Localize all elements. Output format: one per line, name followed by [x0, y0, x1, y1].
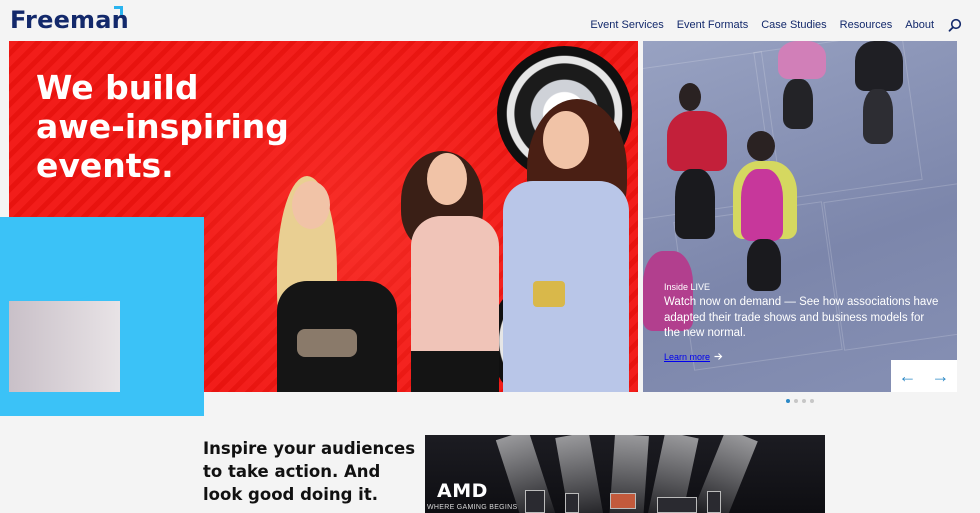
learn-more-link[interactable]: Learn more [664, 352, 723, 362]
light-beam [688, 435, 758, 513]
main-nav: Event Services Event Formats Case Studie… [590, 18, 962, 32]
booth-display [525, 490, 545, 513]
walker-head [679, 83, 701, 111]
page: Freeman Event Services Event Formats Cas… [0, 0, 980, 513]
nav-about[interactable]: About [905, 19, 934, 31]
carousel-dots [786, 399, 814, 403]
side-promo-card[interactable]: Inside LIVE Watch now on demand — See ho… [643, 41, 957, 392]
carousel-dot[interactable] [810, 399, 814, 403]
nav-event-formats[interactable]: Event Formats [677, 19, 749, 31]
booth-display [707, 491, 721, 513]
carousel-dot[interactable] [802, 399, 806, 403]
booth-display [610, 493, 636, 509]
nav-resources[interactable]: Resources [840, 19, 893, 31]
walker-head [747, 131, 775, 161]
learn-more-label: Learn more [664, 351, 711, 362]
accent-blue-curve [0, 217, 120, 301]
light-beam [555, 435, 607, 513]
amd-logo: AMD [437, 480, 488, 502]
nav-case-studies[interactable]: Case Studies [761, 19, 826, 31]
walker-pink [778, 41, 826, 79]
walker-backpack [741, 169, 783, 241]
booth-display [565, 493, 579, 513]
hero-title: We build awe-inspiring events. [36, 68, 289, 185]
walker-red [667, 111, 727, 171]
carousel-dot[interactable] [786, 399, 790, 403]
freeman-logo[interactable]: Freeman [10, 6, 129, 34]
walker-legs [863, 89, 893, 144]
accent-photo-inset [9, 301, 120, 392]
search-icon[interactable] [948, 18, 962, 32]
amd-tagline: WHERE GAMING BEGINS [427, 504, 518, 511]
walker-legs [783, 79, 813, 129]
feature-heading: Inspire your audiences to take action. A… [203, 439, 416, 504]
side-caption: Inside LIVE Watch now on demand — See ho… [664, 282, 939, 365]
logo-corner-mark [114, 6, 123, 15]
arrow-right-icon [714, 353, 723, 360]
feature-image-amd[interactable]: AMD WHERE GAMING BEGINS [425, 435, 825, 513]
side-kicker: Inside LIVE [664, 282, 711, 292]
carousel-controls: ← → [891, 360, 957, 392]
carousel-dot[interactable] [794, 399, 798, 403]
side-text: Watch now on demand — See how associatio… [664, 296, 939, 339]
carousel-next-button[interactable]: → [932, 367, 950, 385]
carousel-prev-button[interactable]: ← [899, 367, 917, 385]
nav-event-services[interactable]: Event Services [590, 19, 663, 31]
walker-legs [675, 169, 715, 239]
booth-display [657, 497, 697, 513]
walker-dark [855, 41, 903, 91]
